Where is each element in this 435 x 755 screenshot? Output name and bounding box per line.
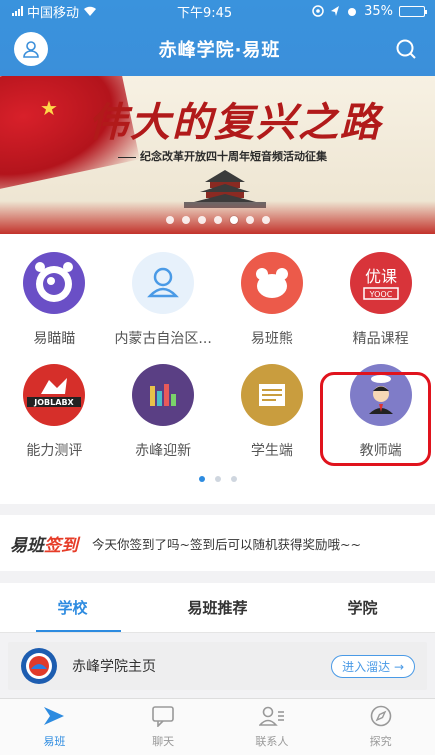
app-page-dot[interactable] bbox=[230, 476, 237, 482]
app-tile[interactable]: 易瞄瞄 bbox=[0, 234, 109, 346]
battery-percent: 35% bbox=[364, 3, 393, 19]
banner-title: 伟大的复兴之路 bbox=[88, 99, 382, 146]
joblabx-icon: JOBLABX bbox=[23, 364, 86, 426]
carrier-label: 中国移动 bbox=[27, 5, 80, 21]
bar-chart-icon bbox=[132, 364, 195, 426]
svg-text:YOOC: YOOC bbox=[368, 290, 392, 299]
alarm-icon bbox=[348, 8, 357, 16]
app-header: 中国移动 下午9:45 35% 赤峰学院·易班 bbox=[0, 0, 435, 76]
banner-dot[interactable] bbox=[213, 216, 222, 224]
bottom-tab-explore[interactable]: 探究 bbox=[326, 699, 435, 755]
contacts-icon bbox=[258, 705, 285, 730]
app-tile-label: 学生端 bbox=[250, 443, 293, 458]
app-tile-label: 赤峰迎新 bbox=[135, 443, 192, 458]
bottom-tab-label: 聊天 bbox=[152, 735, 175, 748]
banner-dot[interactable] bbox=[261, 216, 270, 224]
app-tile-label: 能力测评 bbox=[26, 443, 83, 458]
bottom-tab-chat[interactable]: 聊天 bbox=[109, 699, 218, 755]
svg-text:JOBLABX: JOBLABX bbox=[34, 398, 75, 407]
banner-dot[interactable] bbox=[197, 216, 206, 224]
campus-name: 赤峰学院主页 bbox=[72, 659, 156, 675]
banner-subtitle: 纪念改革开放四十周年短音频活动征集 bbox=[118, 148, 327, 164]
campus-list-item[interactable]: 赤峰学院主页 进入溜达 → bbox=[8, 642, 427, 690]
tab-school[interactable]: 学校 bbox=[0, 583, 145, 632]
banner-dot[interactable] bbox=[245, 216, 254, 224]
signin-message: 今天你签到了吗~签到后可以随机获得奖励哦~~ bbox=[92, 536, 361, 552]
navbar: 赤峰学院·易班 bbox=[0, 22, 435, 76]
banner-pagination[interactable] bbox=[0, 216, 435, 224]
section-tabs: 学校 易班推荐 学院 bbox=[0, 583, 435, 633]
annotation-highlight-box bbox=[320, 372, 431, 466]
clock: 下午9:45 bbox=[176, 5, 233, 21]
search-icon bbox=[396, 39, 416, 59]
banner-dot[interactable] bbox=[181, 216, 190, 224]
lock-rotation-icon bbox=[312, 5, 324, 17]
bottom-tab-label: 探究 bbox=[369, 735, 392, 748]
signin-logo: 易班签到 bbox=[10, 531, 78, 556]
person-outline-icon bbox=[132, 252, 195, 314]
svg-text:优课: 优课 bbox=[365, 267, 397, 286]
app-page-dot[interactable] bbox=[214, 476, 221, 482]
enter-campus-button[interactable]: 进入溜达 → bbox=[331, 654, 415, 678]
app-tile-label: 易班熊 bbox=[250, 331, 293, 346]
profile-avatar-button[interactable] bbox=[14, 32, 48, 66]
app-tile[interactable]: 赤峰迎新 bbox=[109, 346, 218, 458]
signin-banner[interactable]: 易班签到 今天你签到了吗~签到后可以随机获得奖励哦~~ bbox=[0, 515, 435, 571]
chat-icon bbox=[151, 705, 175, 730]
signin-logo-main: 易班 bbox=[10, 535, 44, 556]
app-tile[interactable]: 易班熊 bbox=[218, 234, 327, 346]
search-button[interactable] bbox=[391, 34, 421, 64]
app-tile-label: 内蒙古自治区... bbox=[114, 331, 212, 346]
banner-dot[interactable] bbox=[165, 216, 174, 224]
bottom-tab-yiban[interactable]: 易班 bbox=[0, 699, 109, 755]
yiban-arrow-icon bbox=[42, 705, 66, 730]
status-bar: 中国移动 下午9:45 35% bbox=[0, 0, 435, 22]
battery-icon bbox=[399, 5, 427, 17]
bear-icon bbox=[240, 252, 303, 314]
banner-dot[interactable] bbox=[229, 216, 238, 224]
bottom-tab-contacts[interactable]: 联系人 bbox=[218, 699, 327, 755]
app-tile[interactable]: JOBLABX 能力测评 bbox=[0, 346, 109, 458]
eye-icon bbox=[23, 252, 86, 314]
yooc-icon: 优课 YOOC bbox=[349, 252, 412, 314]
bottom-tab-bar: 易班 聊天 联系人 探究 bbox=[0, 698, 435, 755]
app-page-dot[interactable] bbox=[198, 476, 205, 482]
location-icon bbox=[331, 6, 340, 16]
wifi-icon bbox=[84, 6, 97, 16]
tab-college[interactable]: 学院 bbox=[290, 583, 435, 632]
bottom-tab-label: 联系人 bbox=[255, 735, 289, 748]
signal-icon bbox=[12, 6, 23, 16]
bottom-tab-label: 易班 bbox=[43, 735, 66, 748]
star-icon: ★ bbox=[40, 96, 58, 120]
app-tile[interactable]: 优课 YOOC 精品课程 bbox=[326, 234, 435, 346]
tab-recommend[interactable]: 易班推荐 bbox=[145, 583, 290, 632]
app-tile-label: 精品课程 bbox=[352, 331, 409, 346]
app-tile-label: 易瞄瞄 bbox=[33, 331, 76, 346]
app-tile[interactable]: 内蒙古自治区... bbox=[109, 234, 218, 346]
signin-logo-accent: 签到 bbox=[44, 535, 78, 556]
compass-icon bbox=[370, 705, 392, 730]
school-emblem-icon bbox=[20, 647, 58, 685]
page-title: 赤峰学院·易班 bbox=[158, 40, 281, 61]
app-tile[interactable]: 学生端 bbox=[218, 346, 327, 458]
promo-banner[interactable]: ★ 伟大的复兴之路 纪念改革开放四十周年短音频活动征集 bbox=[0, 76, 435, 234]
app-grid-pagination[interactable] bbox=[0, 476, 435, 482]
document-icon bbox=[240, 364, 303, 426]
person-icon bbox=[23, 41, 39, 58]
